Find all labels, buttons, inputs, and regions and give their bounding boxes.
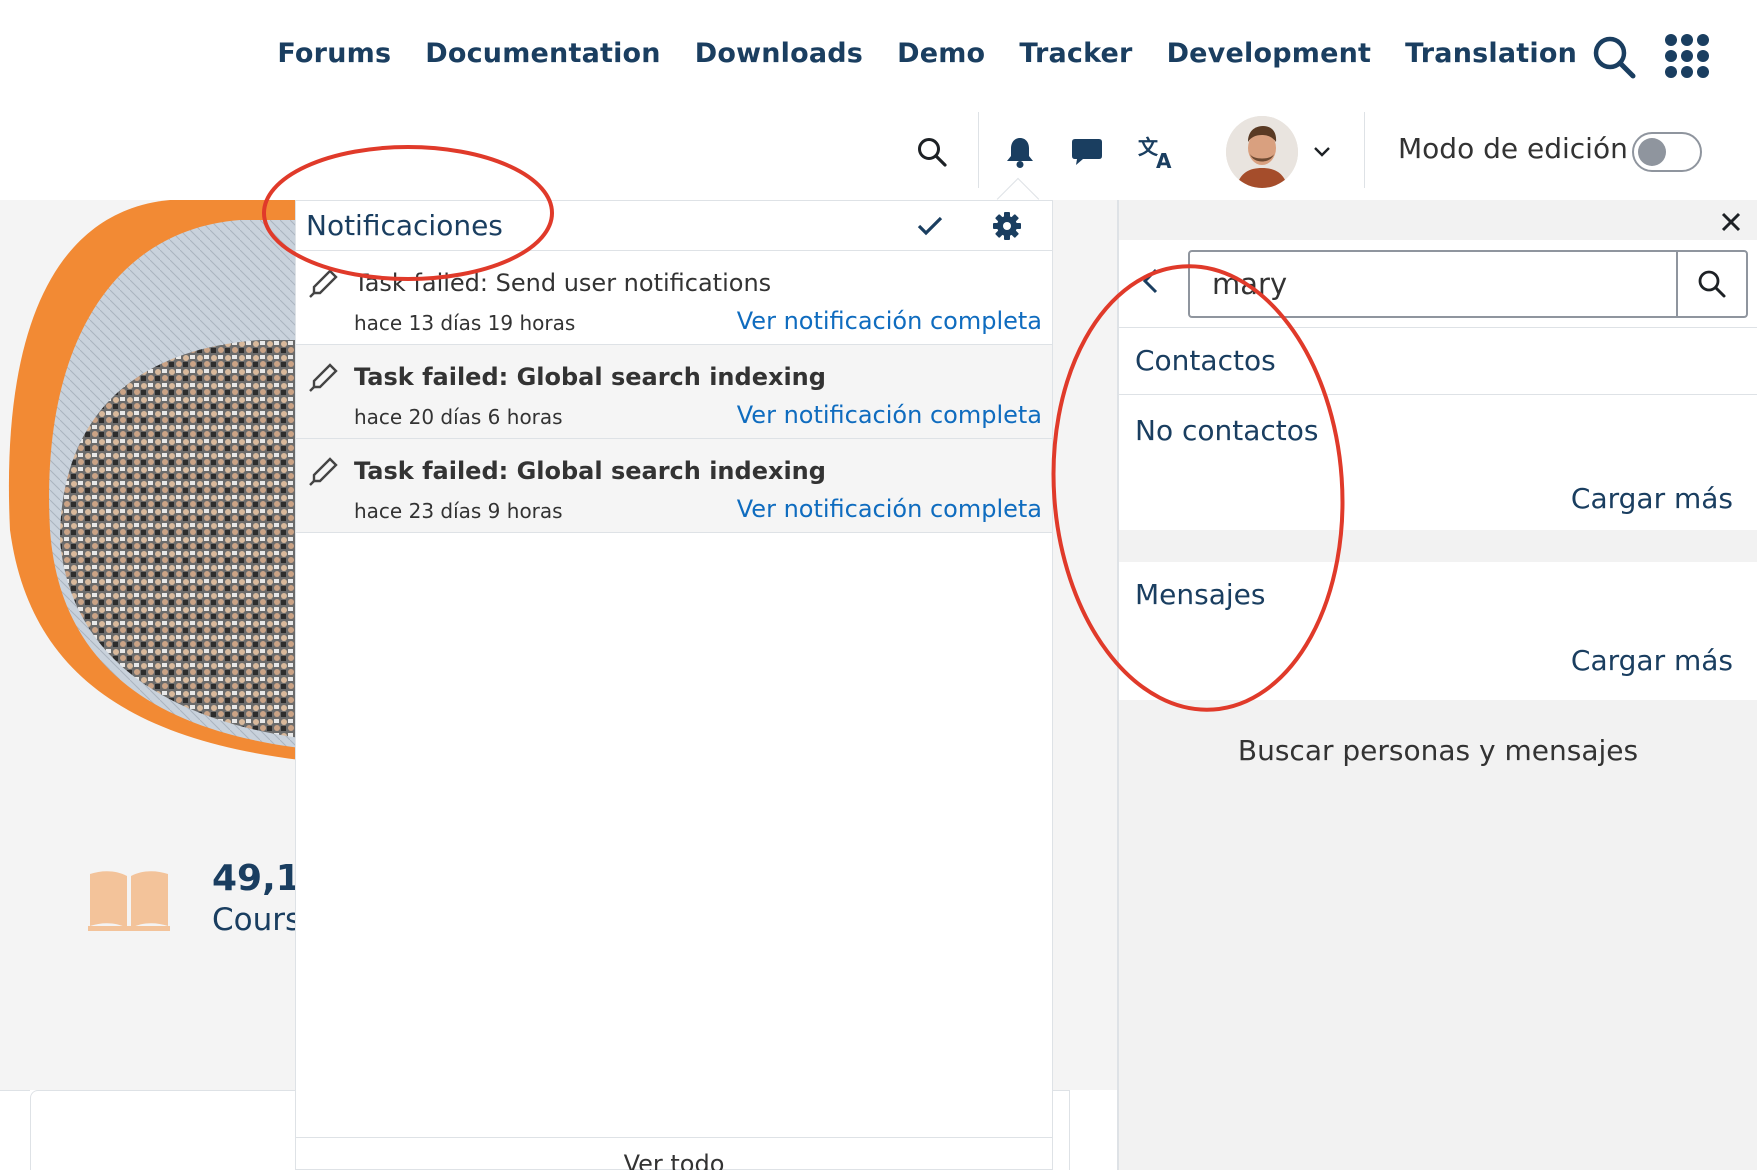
back-arrow-icon[interactable] xyxy=(1135,264,1165,298)
search-hint-text: Buscar personas y mensajes xyxy=(1237,734,1639,767)
edit-mode-label: Modo de edición xyxy=(1398,132,1628,165)
chat-icon[interactable] xyxy=(1067,132,1107,172)
notification-item[interactable]: Task failed: Global search indexing hace… xyxy=(296,439,1052,533)
moodle-navbar: 文A Modo de edición xyxy=(0,112,1757,200)
message-drawer: Contactos No contactos Cargar más Mensaj… xyxy=(1117,200,1757,1170)
view-full-notification-link[interactable]: Ver notificación completa xyxy=(737,401,1042,429)
messages-section: Mensajes Cargar más xyxy=(1119,562,1757,700)
notifications-popover: Notificaciones Task failed: Send user no… xyxy=(295,200,1053,1170)
notifications-footer: Ver todo xyxy=(296,1137,1052,1170)
mark-all-read-icon[interactable] xyxy=(913,209,947,243)
chevron-down-icon[interactable] xyxy=(1302,132,1342,172)
search-icon xyxy=(1698,270,1726,298)
pen-icon xyxy=(308,363,338,393)
notification-text: Task failed: Global search indexing xyxy=(354,363,826,391)
pen-icon xyxy=(308,457,338,487)
message-search-input[interactable] xyxy=(1188,250,1678,318)
notifications-header: Notificaciones xyxy=(296,201,1052,251)
notification-item[interactable]: Task failed: Global search indexing hace… xyxy=(296,345,1052,439)
notification-item[interactable]: Task failed: Send user notifications hac… xyxy=(296,251,1052,345)
notification-time: hace 20 días 6 horas xyxy=(354,405,563,429)
messages-title: Mensajes xyxy=(1135,578,1266,611)
site-top-nav: Forums Documentation Downloads Demo Trac… xyxy=(0,0,1757,112)
contacts-title: Contactos xyxy=(1135,344,1276,377)
no-contacts-text: No contactos xyxy=(1135,414,1319,447)
nav-link-translation[interactable]: Translation xyxy=(1405,38,1577,69)
navbar-divider xyxy=(978,112,979,188)
user-avatar[interactable] xyxy=(1226,116,1298,188)
edit-mode-toggle[interactable] xyxy=(1632,132,1702,172)
message-search-button[interactable] xyxy=(1676,250,1748,318)
site-nav-links: Forums Documentation Downloads Demo Trac… xyxy=(277,38,1577,69)
see-all-notifications-link[interactable]: Ver todo xyxy=(624,1150,725,1170)
hero-banner xyxy=(0,200,300,760)
svg-text:A: A xyxy=(1156,149,1172,170)
toggle-knob xyxy=(1638,138,1666,166)
nav-link-demo[interactable]: Demo xyxy=(897,38,985,69)
notification-time: hace 23 días 9 horas xyxy=(354,499,563,523)
pen-icon xyxy=(308,269,338,299)
notification-time: hace 13 días 19 horas xyxy=(354,311,576,335)
bell-icon[interactable] xyxy=(1000,132,1040,172)
notification-text: Task failed: Global search indexing xyxy=(354,457,826,485)
view-full-notification-link[interactable]: Ver notificación completa xyxy=(737,307,1042,335)
page-bottom-strip xyxy=(0,1090,30,1170)
load-more-contacts-link[interactable]: Cargar más xyxy=(1571,482,1733,515)
courses-label: Cours xyxy=(212,902,302,938)
nav-link-documentation[interactable]: Documentation xyxy=(425,38,661,69)
courses-book-icon xyxy=(88,868,170,932)
nav-link-development[interactable]: Development xyxy=(1167,38,1372,69)
navbar-divider xyxy=(1364,112,1365,188)
site-search-icon[interactable] xyxy=(1592,35,1636,79)
language-icon[interactable]: 文A xyxy=(1138,132,1178,172)
notification-settings-gear-icon[interactable] xyxy=(990,209,1024,243)
nav-link-forums[interactable]: Forums xyxy=(277,38,391,69)
close-icon[interactable] xyxy=(1713,204,1749,240)
search-icon[interactable] xyxy=(912,132,952,172)
section-divider xyxy=(1119,394,1757,395)
nav-link-downloads[interactable]: Downloads xyxy=(695,38,863,69)
notification-text: Task failed: Send user notifications xyxy=(354,269,772,297)
notifications-title: Notificaciones xyxy=(306,209,503,242)
load-more-messages-link[interactable]: Cargar más xyxy=(1571,644,1733,677)
nav-link-tracker[interactable]: Tracker xyxy=(1019,38,1132,69)
apps-grid-icon[interactable] xyxy=(1664,33,1710,79)
contacts-section: Contactos No contactos Cargar más xyxy=(1119,328,1757,530)
drawer-search-row xyxy=(1119,240,1757,328)
view-full-notification-link[interactable]: Ver notificación completa xyxy=(737,495,1042,523)
